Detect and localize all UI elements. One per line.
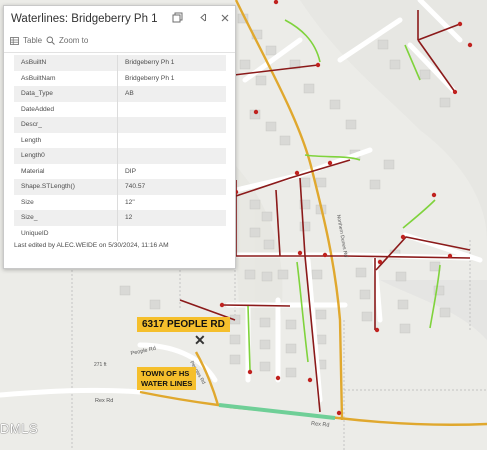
attribute-key: AsBuiltN (14, 55, 118, 71)
table-icon (10, 37, 19, 45)
watermark-logo: DMLS (0, 421, 39, 436)
attribute-row: Descr_ (14, 117, 226, 133)
elevation-label: 271 ft (94, 362, 107, 368)
attribute-value (117, 117, 226, 133)
town-label-line2: WATER LINES (141, 378, 193, 388)
popup-title: Waterlines: Bridgeberry Ph 1 (11, 13, 158, 25)
town-label-line1: TOWN OF HS (141, 369, 190, 378)
attribute-row: Size 12" (14, 194, 226, 210)
attribute-key: Material (14, 163, 118, 179)
attribute-key: Size (14, 194, 118, 210)
collapse-icon[interactable] (195, 12, 209, 26)
attribute-key: AsBuiltNam (14, 70, 118, 86)
attribute-key: Shape.STLength() (14, 179, 118, 195)
attribute-row: Length0 (14, 148, 226, 164)
zoom-to-button-label: Zoom to (59, 36, 89, 45)
attribute-key: Length0 (14, 148, 118, 164)
address-label: 6317 PEOPLE RD (137, 317, 230, 332)
attribute-row: Size_ 12 (14, 210, 226, 226)
zoom-to-button[interactable]: Zoom to (46, 36, 88, 45)
attribute-key: DateAdded (14, 101, 118, 117)
attribute-row: Length (14, 132, 227, 149)
attribute-row: DateAdded (14, 101, 227, 118)
attribute-row: AsBuiltNam Bridgeberry Ph 1 (14, 70, 226, 86)
last-edited-info: Last edited by ALEC.WEIDE on 5/30/2024, … (14, 242, 169, 249)
attribute-row: Shape.STLength() 740.57 (14, 179, 226, 195)
zoom-icon (46, 36, 55, 45)
road-label-rex-rd-west: Rex Rd (95, 398, 113, 404)
attribute-row: Material DIP (14, 163, 226, 179)
attribute-value: DIP (125, 167, 136, 175)
attribute-value: 740.57 (117, 179, 226, 195)
attribute-row: UniqueID (14, 225, 227, 242)
attribute-value (118, 226, 227, 242)
attribute-row: Data_Type AB (14, 86, 226, 102)
attribute-value (118, 133, 227, 149)
attribute-key: UniqueID (14, 225, 118, 241)
table-button-label: Table (23, 36, 43, 45)
attribute-value: 12" (125, 198, 135, 206)
attribute-key: Size_ (14, 210, 118, 226)
attribute-row: AsBuiltN Bridgeberry Ph 1 (14, 55, 226, 71)
popup-header: Waterlines: Bridgeberry Ph 1 (4, 6, 235, 33)
attribute-value (118, 102, 227, 118)
table-button[interactable]: Table (10, 36, 42, 45)
town-water-lines-label: TOWN OF HS WATER LINES (137, 367, 197, 390)
attribute-table: AsBuiltN Bridgeberry Ph 1 AsBuiltNam Bridge… (14, 55, 226, 241)
attribute-key: Length (14, 132, 118, 148)
attribute-value: 12 (117, 210, 226, 226)
attribute-key: Data_Type (14, 86, 118, 102)
popup-toolbar: Table Zoom to (4, 33, 235, 53)
attribute-value: Bridgeberry Ph 1 (125, 74, 175, 82)
close-icon[interactable] (218, 12, 232, 26)
feature-popup: Waterlines: Bridgeberry Ph 1 Table Zoom … (3, 5, 236, 269)
dock-icon[interactable] (170, 12, 184, 26)
attribute-value: AB (117, 86, 226, 102)
location-marker-icon: ✕ (194, 332, 206, 348)
attribute-key: Descr_ (14, 117, 118, 133)
attribute-value (117, 148, 226, 164)
attribute-value: Bridgeberry Ph 1 (117, 55, 226, 71)
